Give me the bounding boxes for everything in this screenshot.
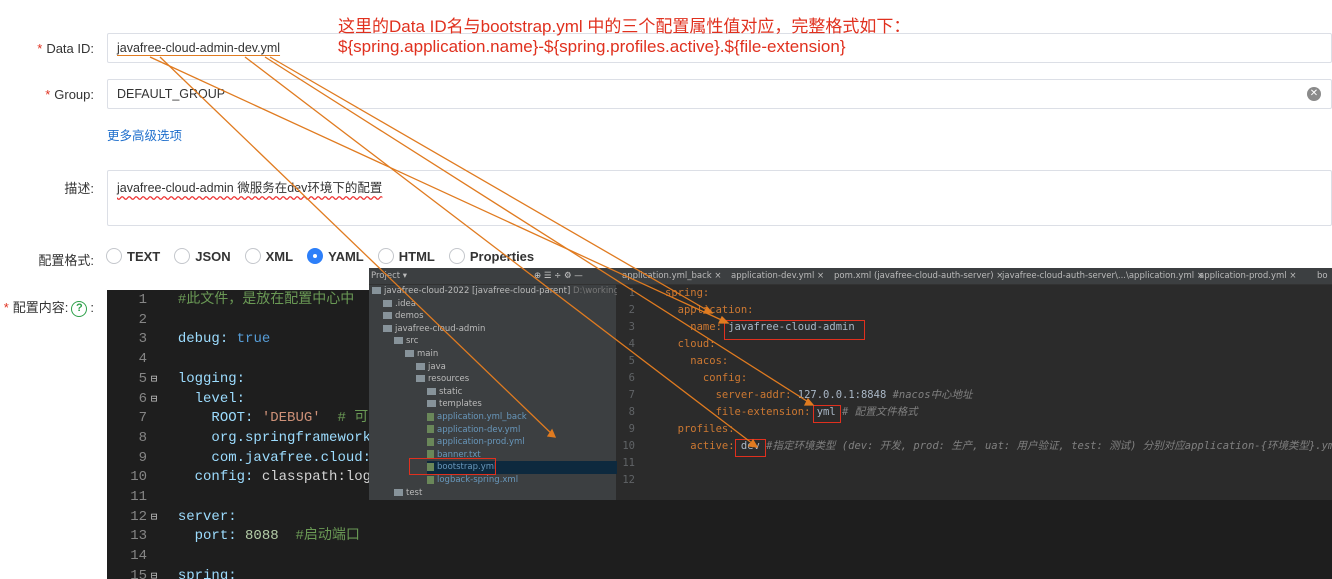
arrow-ext [264, 56, 814, 406]
arrowhead-ext [803, 397, 815, 406]
arrow-file [269, 56, 713, 314]
arrow-name [149, 56, 729, 324]
arrowhead-file [702, 305, 714, 314]
arrow-profile [244, 56, 758, 448]
arrowhead-name [717, 315, 730, 324]
arrow-bootstrap [159, 56, 556, 438]
annotation-arrows [149, 56, 815, 448]
